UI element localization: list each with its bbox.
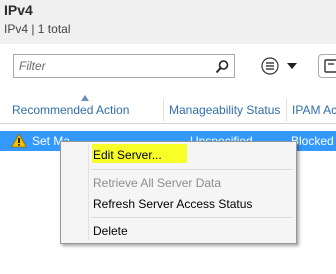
sort-ascending-icon xyxy=(81,95,89,101)
column-divider[interactable] xyxy=(163,99,164,121)
column-manageability-status[interactable]: Manageability Status xyxy=(169,103,280,117)
page-subtitle: IPv4 | 1 total xyxy=(4,22,71,36)
column-recommended-action[interactable]: Recommended Action xyxy=(12,103,129,117)
search-icon[interactable] xyxy=(214,59,230,75)
menu-item-edit-server[interactable]: Edit Server... xyxy=(93,148,162,162)
page-header: IPv4 IPv4 | 1 total xyxy=(0,0,336,44)
menu-separator xyxy=(91,169,293,170)
context-menu: Edit Server... Retrieve All Server Data … xyxy=(60,141,297,244)
menu-item-retrieve-all-server-data[interactable]: Retrieve All Server Data xyxy=(93,176,221,190)
filter-input[interactable] xyxy=(14,55,212,77)
column-ipam-access[interactable]: IPAM Ac xyxy=(292,103,336,117)
menu-item-refresh-server-access-status[interactable]: Refresh Server Access Status xyxy=(93,197,252,211)
row-ipam-access: Blocked xyxy=(291,134,334,148)
menu-item-delete[interactable]: Delete xyxy=(93,224,128,238)
column-divider[interactable] xyxy=(286,99,287,121)
menu-separator xyxy=(91,217,293,218)
tasks-button[interactable] xyxy=(318,54,336,78)
menu-icon-gutter xyxy=(88,144,89,241)
warning-icon xyxy=(11,133,27,148)
page-title: IPv4 xyxy=(4,2,33,18)
view-options-button[interactable] xyxy=(258,56,304,76)
filter-box[interactable] xyxy=(13,54,235,78)
column-header-row: Recommended Action Manageability Status … xyxy=(0,95,336,124)
tasks-icon xyxy=(324,59,336,73)
